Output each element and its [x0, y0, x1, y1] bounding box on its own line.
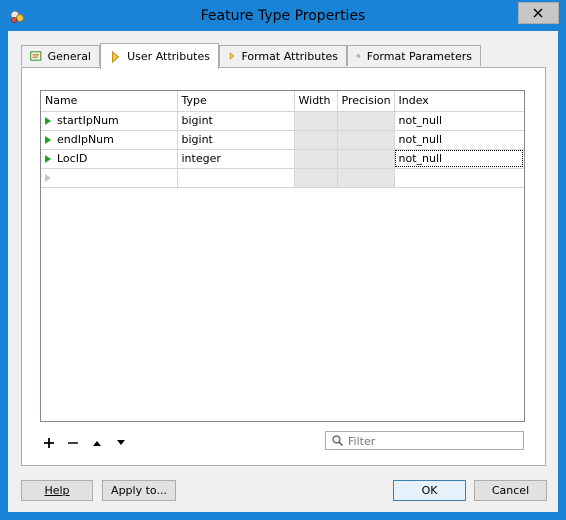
- cancel-button[interactable]: Cancel: [474, 480, 547, 501]
- type-cell[interactable]: integer: [177, 149, 295, 169]
- column-header-precision[interactable]: Precision: [337, 91, 395, 112]
- ok-button[interactable]: OK: [393, 480, 466, 501]
- precision-cell: [337, 130, 395, 150]
- arrow-up-icon: [93, 441, 101, 446]
- diamond-icon: [112, 50, 120, 63]
- tab-label: User Attributes: [127, 50, 210, 63]
- remove-row-button[interactable]: [64, 434, 82, 452]
- cancel-button-label: Cancel: [491, 484, 530, 497]
- column-header-width[interactable]: Width: [294, 91, 338, 112]
- help-button-label: Help: [44, 484, 70, 497]
- apply-to-button-label: Apply to...: [111, 484, 167, 497]
- new-width-cell: [294, 168, 338, 188]
- table-row[interactable]: LocID integer not_null: [41, 149, 524, 169]
- name-value: endIpNum: [57, 133, 114, 146]
- precision-cell: [337, 111, 395, 131]
- name-value: startIpNum: [57, 114, 119, 127]
- minus-icon: [68, 442, 78, 444]
- move-up-button[interactable]: [88, 434, 106, 452]
- help-button[interactable]: Help: [21, 480, 93, 501]
- table-row[interactable]: endIpNum bigint not_null: [41, 130, 524, 150]
- tab-label: Format Attributes: [241, 49, 338, 63]
- add-row-button[interactable]: [40, 434, 58, 452]
- row-marker-icon: [45, 117, 51, 125]
- index-cell[interactable]: not_null: [394, 130, 524, 150]
- width-cell: [294, 111, 338, 131]
- attributes-grid: Name Type Width Precision Index startIpN…: [40, 90, 525, 422]
- tab-user-attributes[interactable]: User Attributes: [100, 43, 219, 69]
- name-cell[interactable]: LocID: [41, 149, 178, 169]
- gear-icon: [356, 54, 361, 58]
- row-marker-icon: [45, 136, 51, 144]
- width-cell: [294, 149, 338, 169]
- new-row-marker-icon: [45, 174, 51, 182]
- name-cell[interactable]: endIpNum: [41, 130, 178, 150]
- new-name-cell[interactable]: [41, 168, 178, 188]
- arrow-down-icon: [117, 440, 125, 445]
- type-cell[interactable]: bigint: [177, 111, 295, 131]
- close-icon: [533, 8, 543, 18]
- header-row: Name Type Width Precision Index: [41, 91, 524, 112]
- row-marker-icon: [45, 155, 51, 163]
- search-icon: [332, 435, 343, 446]
- user-attributes-panel: Name Type Width Precision Index startIpN…: [21, 67, 546, 466]
- precision-cell: [337, 149, 395, 169]
- new-row[interactable]: [41, 168, 524, 188]
- tab-general[interactable]: General: [21, 45, 100, 66]
- diamond-icon: [229, 52, 235, 60]
- apply-to-button[interactable]: Apply to...: [102, 480, 176, 501]
- new-type-cell[interactable]: [177, 168, 295, 188]
- tab-format-attributes[interactable]: Format Attributes: [219, 45, 347, 66]
- plus-icon: [44, 438, 54, 448]
- name-value: LocID: [57, 152, 88, 165]
- title-bar[interactable]: Feature Type Properties: [1, 1, 565, 31]
- tab-label: General: [47, 49, 91, 63]
- new-index-cell[interactable]: [394, 168, 524, 188]
- new-precision-cell: [337, 168, 395, 188]
- tab-format-parameters[interactable]: Format Parameters: [347, 45, 481, 66]
- index-cell[interactable]: not_null: [394, 111, 524, 131]
- attributes-table: Name Type Width Precision Index startIpN…: [41, 91, 524, 188]
- column-header-type[interactable]: Type: [177, 91, 295, 112]
- filter-input[interactable]: [346, 433, 520, 450]
- name-cell[interactable]: startIpNum: [41, 111, 178, 131]
- table-row[interactable]: startIpNum bigint not_null: [41, 111, 524, 131]
- close-button[interactable]: [518, 2, 559, 24]
- ok-button-label: OK: [421, 484, 438, 497]
- tab-label: Format Parameters: [366, 49, 472, 63]
- index-cell[interactable]: not_null: [394, 149, 524, 169]
- width-cell: [294, 130, 338, 150]
- move-down-button[interactable]: [112, 434, 130, 452]
- dialog-client-area: General User Attributes Format Attribute…: [8, 31, 558, 512]
- dialog-window: Feature Type Properties General User Att…: [0, 0, 566, 520]
- filter-box[interactable]: [325, 431, 524, 450]
- column-header-name[interactable]: Name: [41, 91, 178, 112]
- general-icon: [30, 51, 42, 61]
- column-header-index[interactable]: Index: [394, 91, 524, 112]
- type-cell[interactable]: bigint: [177, 130, 295, 150]
- window-title: Feature Type Properties: [200, 8, 366, 24]
